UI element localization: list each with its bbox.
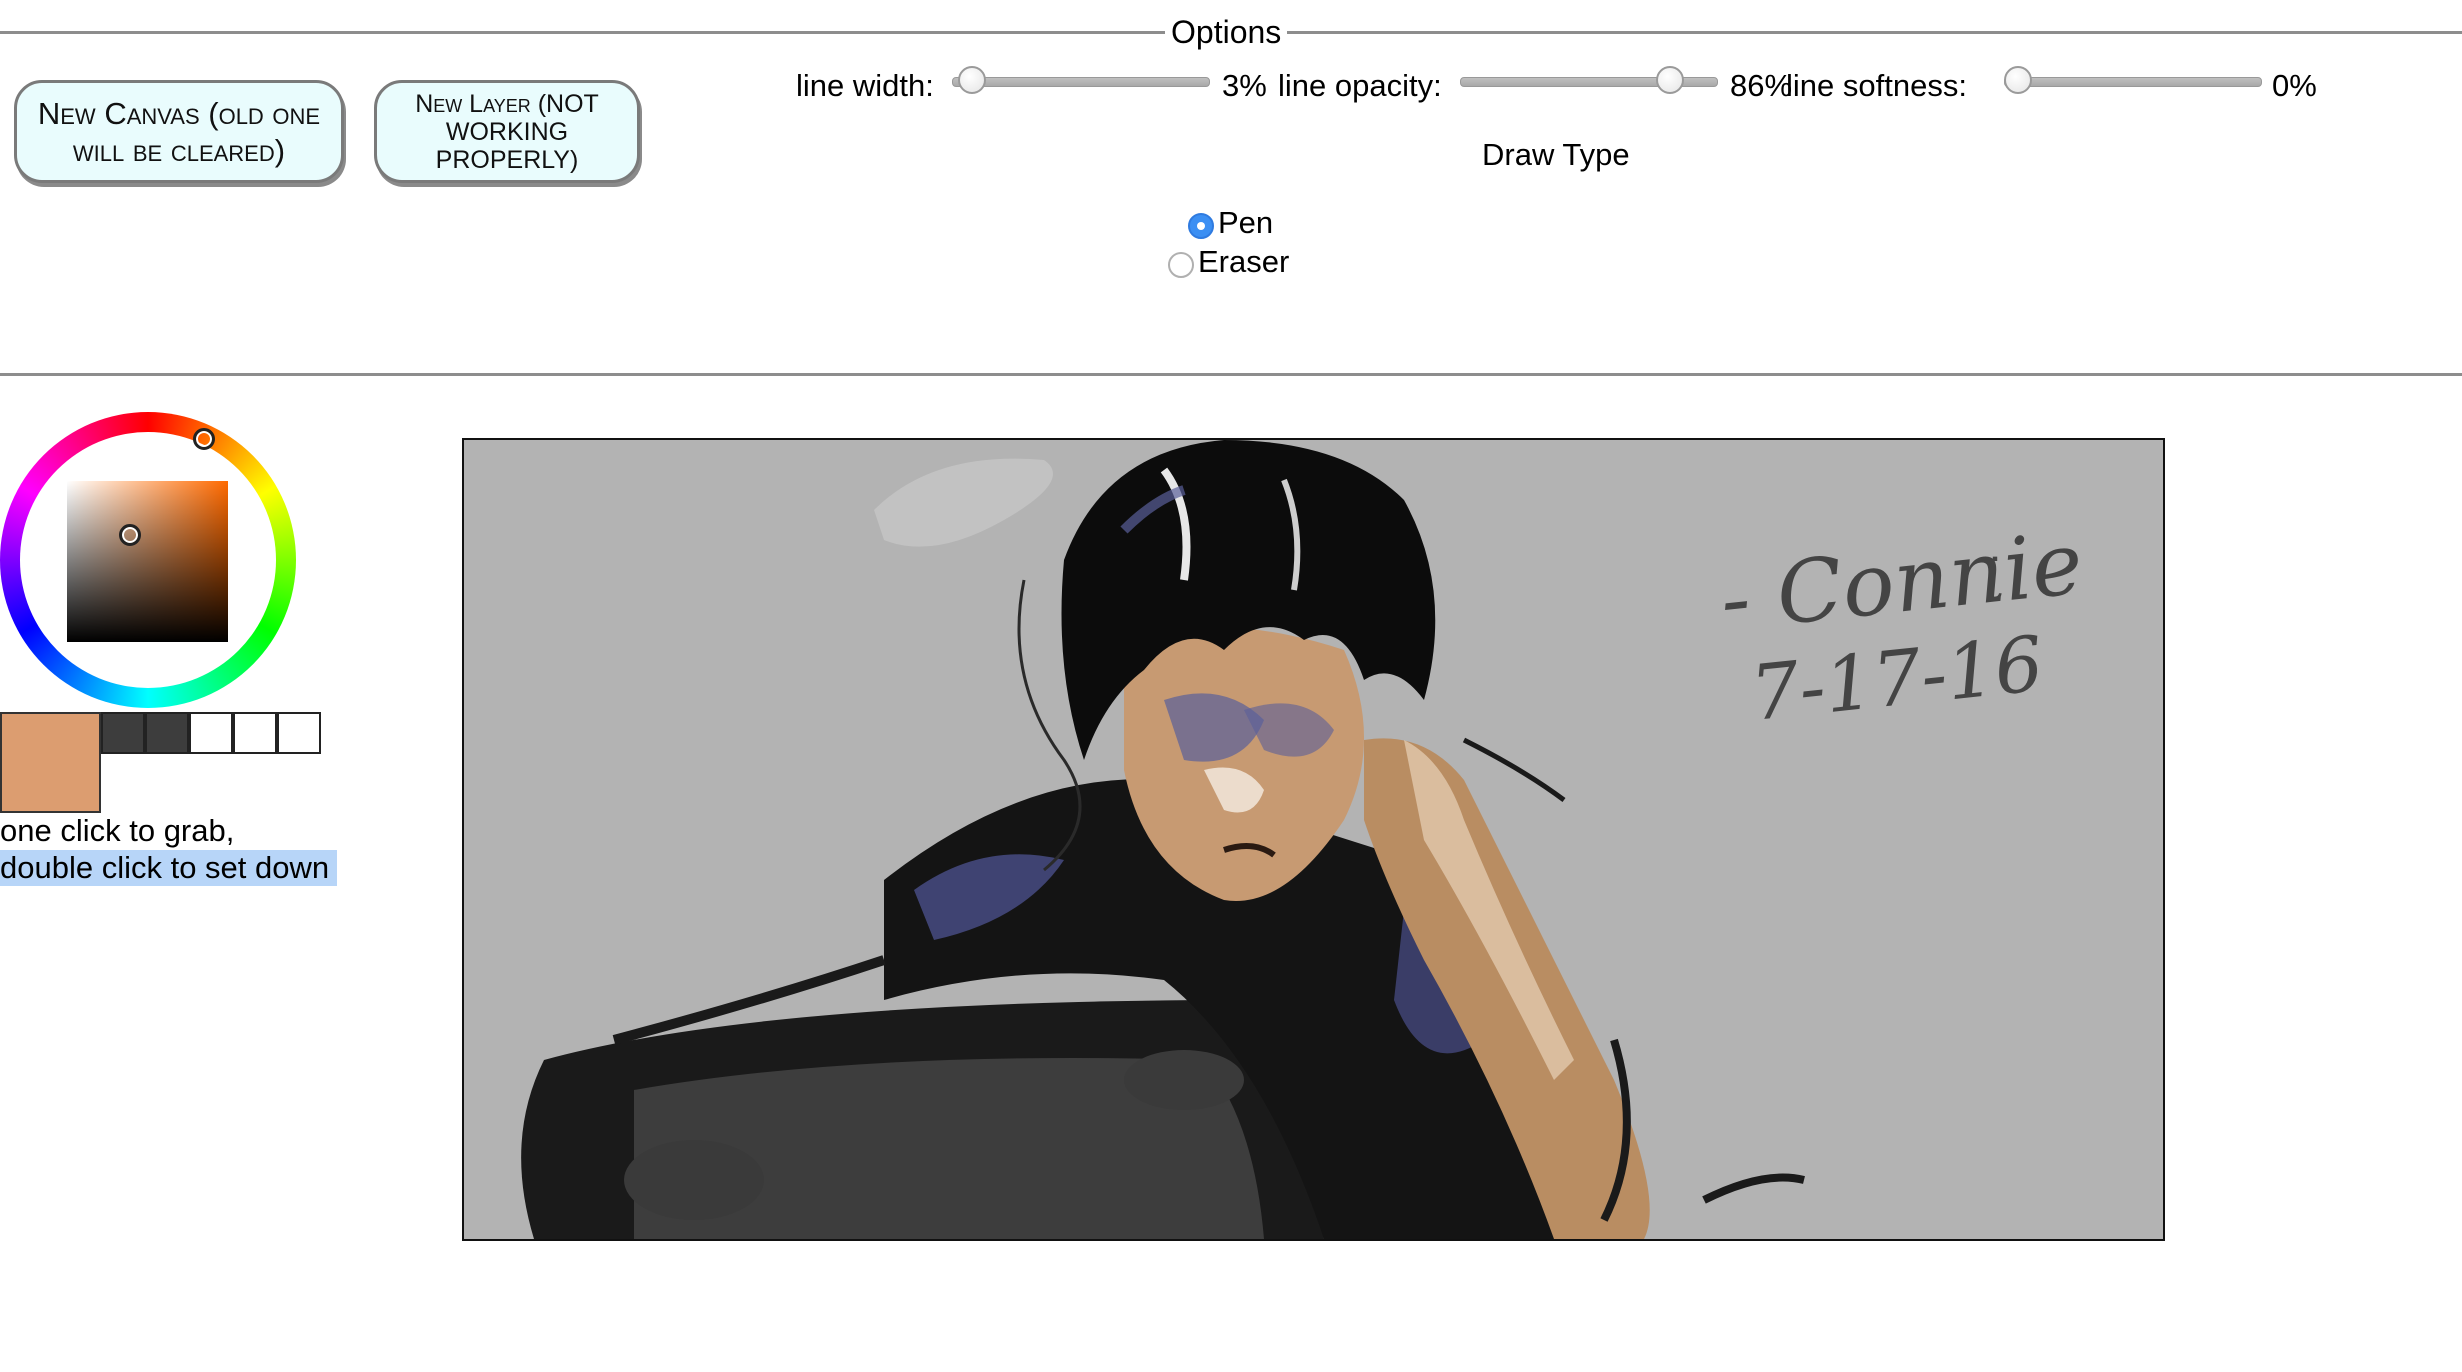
palette-swatch[interactable] [277,712,321,754]
drawing-artwork: - Connie 7-17-16 ˙̮˙ [521,440,2087,1239]
hue-marker-icon[interactable] [193,428,215,450]
current-color-swatch[interactable] [0,712,101,813]
draw-type-label: Draw Type [1482,137,1630,172]
draw-type-eraser-option[interactable]: Eraser [1168,243,1289,281]
line-opacity-label: line opacity: [1278,68,1442,103]
eraser-radio-label: Eraser [1198,244,1290,279]
drawing-canvas[interactable]: - Connie 7-17-16 ˙̮˙ [462,438,2165,1241]
saturation-value-square[interactable] [67,481,228,642]
line-softness-label: line softness: [1786,68,1967,103]
pen-radio[interactable] [1188,213,1214,239]
line-softness-value: 0% [2272,68,2317,103]
new-canvas-button[interactable]: New Canvas (old one will be cleared) [14,80,344,183]
line-width-slider-thumb[interactable] [958,66,986,94]
options-fieldset-border-bottom [0,373,2462,376]
options-legend: Options [1165,12,1288,52]
draw-type-pen-option[interactable]: Pen [1188,204,1273,242]
line-opacity-slider-thumb[interactable] [1656,66,1684,94]
palette-swatch[interactable] [233,712,277,754]
line-width-label: line width: [796,68,934,103]
swatch-hint-line2: double click to set down [0,850,338,886]
palette-swatch[interactable] [189,712,233,754]
palette-swatch[interactable] [101,712,145,754]
eraser-radio[interactable] [1168,252,1194,278]
line-width-value: 3% [1222,68,1267,103]
signature-smile-text: ˙̮˙ [1984,550,2028,601]
pen-radio-label: Pen [1218,205,1274,240]
saturation-marker-icon[interactable] [119,524,141,546]
line-opacity-value: 86% [1730,68,1793,103]
line-softness-slider-thumb[interactable] [2004,66,2032,94]
line-softness-slider[interactable] [2004,77,2262,87]
swatch-hint-line1: one click to grab, [0,813,235,848]
line-width-slider[interactable] [952,77,1210,87]
new-layer-button[interactable]: New Layer (NOT WORKING PROPERLY) [374,80,640,183]
palette-swatch[interactable] [145,712,189,754]
